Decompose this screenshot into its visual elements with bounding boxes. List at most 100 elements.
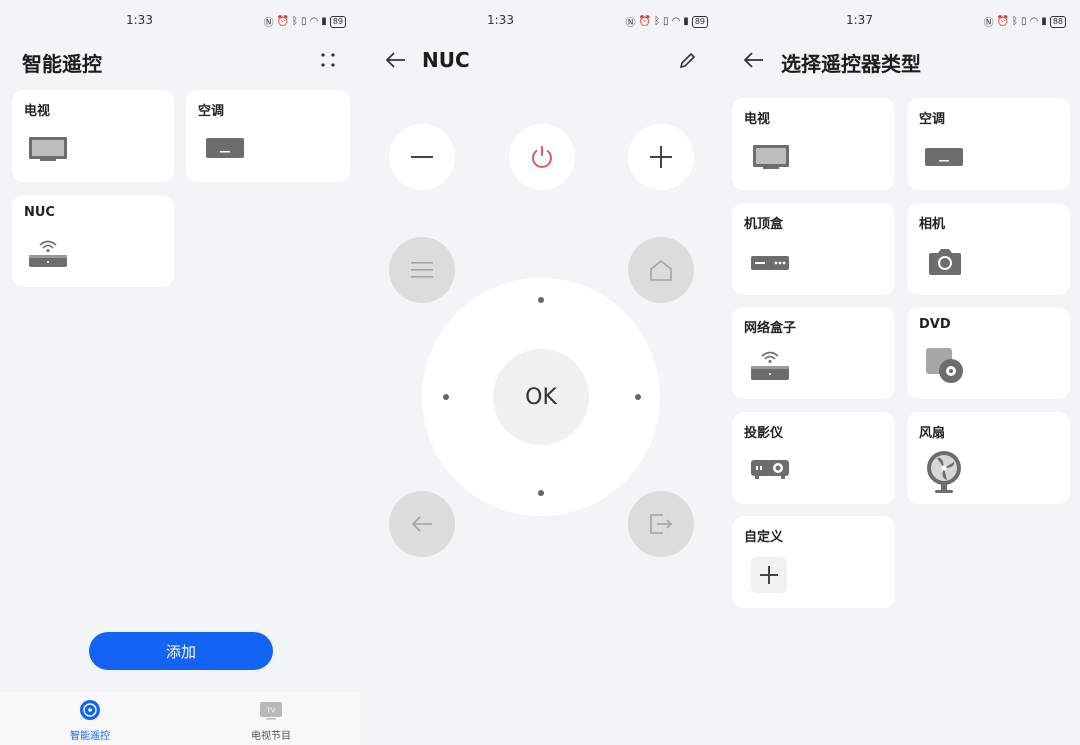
volume-up-button[interactable] [628, 124, 694, 190]
type-label: 风扇 [919, 426, 946, 441]
volume-down-button[interactable] [389, 124, 455, 190]
type-card-tv[interactable]: 电视 [732, 98, 895, 190]
ok-button[interactable]: OK [493, 349, 589, 445]
type-card-network-box[interactable]: 网络盒子 [732, 307, 895, 399]
set-top-box-icon [750, 255, 790, 275]
bluetooth-icon: ᛒ [654, 16, 661, 27]
tv-program-icon: TV [259, 702, 283, 723]
power-icon [532, 146, 552, 168]
alarm-icon: ⏰ [996, 16, 1010, 27]
back-button[interactable] [382, 46, 410, 74]
grid-dots-icon[interactable] [314, 46, 342, 74]
type-card-fan[interactable]: 风扇 [907, 412, 1070, 504]
status-bar: 1:37 Ⓝ ⏰ ᛒ ▯ ◠ ▮ 88 [722, 13, 1080, 29]
edit-button[interactable] [674, 46, 702, 74]
air-conditioner-icon [925, 148, 965, 172]
back-button[interactable] [740, 46, 768, 74]
nfc-icon: Ⓝ [263, 18, 274, 29]
arrow-left-icon [411, 516, 432, 532]
nuc-remote-screen: 1:33 Ⓝ ⏰ ᛒ ▯ ◠ ▮ 89 NUC OK [360, 0, 722, 745]
device-card-ac[interactable]: 空调 [186, 90, 350, 182]
projector-icon [750, 458, 790, 484]
dpad-right[interactable] [635, 394, 641, 400]
type-card-set-top-box[interactable]: 机顶盒 [732, 203, 895, 295]
minus-icon [411, 156, 433, 158]
device-card-nuc[interactable]: NUC [12, 195, 174, 287]
power-button[interactable] [509, 124, 575, 190]
signal-icon: ▮ [683, 16, 689, 27]
status-icons: Ⓝ ⏰ ᛒ ▯ ◠ ▮ 89 [626, 14, 708, 29]
device-label: NUC [24, 205, 55, 220]
status-bar: 1:33 Ⓝ ⏰ ᛒ ▯ ◠ ▮ 89 [360, 13, 722, 29]
direction-pad: OK [422, 278, 660, 516]
device-label: 电视 [24, 104, 51, 119]
camera-icon [927, 247, 963, 281]
type-card-dvd[interactable]: DVD [907, 307, 1070, 399]
tab-label: 电视节目 [251, 731, 291, 742]
page-title: NUC [422, 48, 470, 72]
device-label: 空调 [198, 104, 225, 119]
vibrate-icon: ▯ [301, 16, 307, 27]
tab-smart-remote[interactable]: 智能遥控 [50, 700, 130, 742]
status-time: 1:33 [126, 13, 153, 27]
status-icons: Ⓝ ⏰ ᛒ ▯ ◠ ▮ 88 [984, 14, 1066, 29]
type-label: 网络盒子 [744, 321, 797, 336]
type-card-camera[interactable]: 相机 [907, 203, 1070, 295]
type-label: 投影仪 [744, 426, 784, 441]
wifi-icon: ◠ [1029, 16, 1039, 27]
bottom-nav: 智能遥控 TV 电视节目 [0, 692, 360, 745]
device-card-tv[interactable]: 电视 [12, 90, 174, 182]
arrow-left-icon [386, 52, 405, 68]
type-card-custom[interactable]: 自定义 [732, 516, 895, 608]
type-card-projector[interactable]: 投影仪 [732, 412, 895, 504]
home-icon [650, 259, 672, 281]
nfc-icon: Ⓝ [983, 18, 994, 29]
dpad-left[interactable] [443, 394, 449, 400]
nfc-icon: Ⓝ [625, 18, 636, 29]
type-label: 相机 [919, 217, 946, 232]
tv-icon [28, 136, 68, 166]
type-label: 自定义 [744, 530, 784, 545]
smart-remote-screen: 1:33 Ⓝ ⏰ ᛒ ▯ ◠ ▮ 89 智能遥控 电视 空调 NUC 添加 智能… [0, 0, 360, 745]
exit-icon [650, 514, 673, 534]
wifi-icon: ◠ [671, 16, 681, 27]
status-time: 1:33 [487, 13, 514, 27]
vibrate-icon: ▯ [1021, 16, 1027, 27]
add-button[interactable]: 添加 [89, 632, 273, 670]
battery-icon: 88 [1049, 15, 1066, 28]
type-label: 电视 [744, 112, 771, 127]
status-icons: Ⓝ ⏰ ᛒ ▯ ◠ ▮ 89 [264, 14, 346, 29]
page-title: 智能遥控 [22, 52, 102, 76]
type-card-ac[interactable]: 空调 [907, 98, 1070, 190]
menu-icon [411, 262, 433, 278]
dpad-down[interactable] [538, 490, 544, 496]
select-remote-type-screen: 1:37 Ⓝ ⏰ ᛒ ▯ ◠ ▮ 88 选择遥控器类型 电视 空调 机顶盒 相机… [722, 0, 1080, 745]
type-label: 机顶盒 [744, 217, 784, 232]
battery-icon: 89 [329, 15, 346, 28]
alarm-icon: ⏰ [276, 16, 290, 27]
bluetooth-icon: ᛒ [1012, 16, 1019, 27]
network-box-icon [28, 237, 70, 275]
return-button[interactable] [389, 491, 455, 557]
plus-icon [650, 146, 672, 168]
fan-icon [925, 450, 963, 498]
pencil-icon [679, 52, 696, 69]
dvd-icon [925, 347, 967, 391]
plus-icon [751, 557, 787, 593]
svg-text:TV: TV [267, 708, 276, 715]
signal-icon: ▮ [321, 16, 327, 27]
status-bar: 1:33 Ⓝ ⏰ ᛒ ▯ ◠ ▮ 89 [0, 13, 360, 29]
dpad-up[interactable] [538, 297, 544, 303]
alarm-icon: ⏰ [638, 16, 652, 27]
status-time: 1:37 [846, 13, 873, 27]
vibrate-icon: ▯ [663, 16, 669, 27]
battery-icon: 89 [691, 15, 708, 28]
type-label: DVD [919, 317, 951, 332]
tv-icon [752, 144, 790, 174]
arrow-left-icon [744, 52, 763, 68]
home-button[interactable] [628, 237, 694, 303]
exit-button[interactable] [628, 491, 694, 557]
menu-button[interactable] [389, 237, 455, 303]
tab-tv-program[interactable]: TV 电视节目 [231, 700, 311, 742]
remote-icon [80, 700, 100, 723]
